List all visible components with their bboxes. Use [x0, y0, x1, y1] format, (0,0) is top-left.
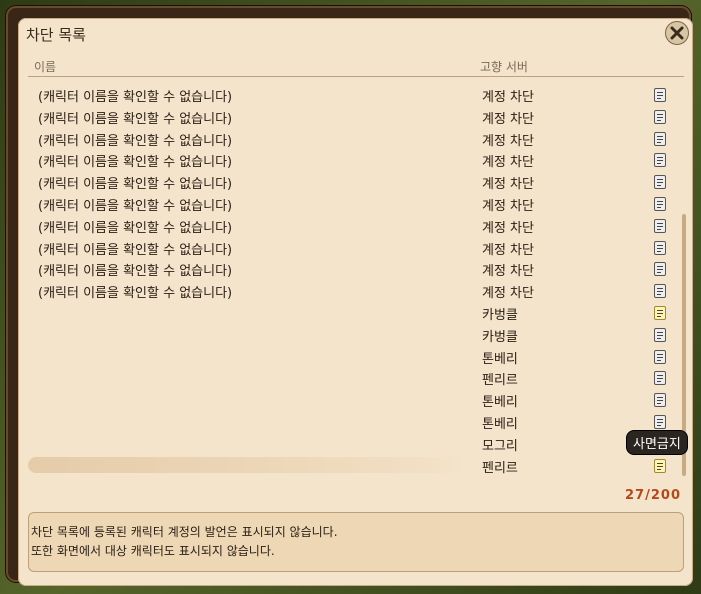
list-item[interactable]: 톤베리 [18, 411, 693, 433]
list-item[interactable]: 카벙클 [18, 324, 693, 346]
memo-icon[interactable] [654, 262, 666, 277]
list-item[interactable]: 톤베리 [18, 346, 693, 368]
memo-icon[interactable] [654, 393, 666, 408]
memo-icon[interactable] [654, 218, 666, 233]
home-server: 계정 차단 [482, 286, 534, 302]
list-item[interactable]: (캐릭터 이름을 확인할 수 없습니다) 계정 차단 [18, 237, 693, 259]
home-server: 펜리르 [482, 460, 518, 476]
character-name: (캐릭터 이름을 확인할 수 없습니다) [38, 177, 233, 193]
list-item[interactable]: (캐릭터 이름을 확인할 수 없습니다) 계정 차단 [18, 280, 693, 302]
home-server: 계정 차단 [482, 177, 534, 193]
blacklist-list: (캐릭터 이름을 확인할 수 없습니다) 계정 차단 (캐릭터 이름을 확인할 수 … [18, 84, 693, 476]
home-server: 계정 차단 [482, 111, 534, 127]
close-button[interactable] [665, 21, 689, 45]
memo-icon[interactable] [654, 458, 666, 473]
memo-icon[interactable] [654, 153, 666, 168]
window-frame: 차단 목록 이름 고향 서버 (캐릭터 이름을 확인할 수 없습니다) 계정 차단… [6, 6, 693, 586]
selection-highlight [28, 456, 468, 473]
memo-icon[interactable] [654, 109, 666, 124]
character-name: (캐릭터 이름을 확인할 수 없습니다) [38, 155, 233, 171]
memo-icon[interactable] [654, 327, 666, 342]
home-server: 계정 차단 [482, 198, 534, 214]
header-divider [28, 76, 684, 77]
notice-line-2: 또한 화면에서 대상 캐릭터도 표시되지 않습니다. [31, 544, 275, 558]
character-name: (캐릭터 이름을 확인할 수 없습니다) [38, 198, 233, 214]
character-name: (캐릭터 이름을 확인할 수 없습니다) [38, 242, 233, 258]
window-title: 차단 목록 [26, 26, 86, 44]
list-item[interactable]: (캐릭터 이름을 확인할 수 없습니다) 계정 차단 [18, 193, 693, 215]
home-server: 계정 차단 [482, 90, 534, 105]
character-name: (캐릭터 이름을 확인할 수 없습니다) [38, 286, 233, 302]
home-server: 카벙클 [482, 329, 518, 345]
column-header-server[interactable]: 고향 서버 [480, 58, 528, 75]
home-server: 모그리 [482, 438, 518, 454]
list-item[interactable]: 펜리르 [18, 455, 693, 477]
memo-icon[interactable] [654, 240, 666, 255]
memo-icon[interactable] [654, 414, 666, 429]
list-item[interactable]: (캐릭터 이름을 확인할 수 없습니다) 계정 차단 [18, 106, 693, 128]
memo-icon[interactable] [654, 131, 666, 146]
list-item[interactable]: (캐릭터 이름을 확인할 수 없습니다) 계정 차단 [18, 149, 693, 171]
close-icon [670, 26, 684, 40]
home-server: 계정 차단 [482, 242, 534, 258]
home-server: 톤베리 [482, 395, 518, 411]
notice-box: 차단 목록에 등록된 캐릭터 계정의 발언은 표시되지 않습니다. 또한 화면에… [28, 512, 684, 572]
list-item[interactable]: (캐릭터 이름을 확인할 수 없습니다) 계정 차단 [18, 215, 693, 237]
home-server: 펜리르 [482, 373, 518, 389]
character-name: (캐릭터 이름을 확인할 수 없습니다) [38, 220, 233, 236]
list-item[interactable]: 모그리 [18, 433, 693, 455]
memo-icon[interactable] [654, 196, 666, 211]
entry-count: 27/200 [625, 488, 681, 503]
tooltip: 사면금지 [626, 430, 688, 455]
home-server: 계정 차단 [482, 220, 534, 236]
memo-icon[interactable] [654, 305, 666, 320]
notice-line-1: 차단 목록에 등록된 캐릭터 계정의 발언은 표시되지 않습니다. [31, 525, 338, 539]
character-name: (캐릭터 이름을 확인할 수 없습니다) [38, 264, 233, 280]
home-server: 카벙클 [482, 307, 518, 323]
list-item[interactable]: 톤베리 [18, 389, 693, 411]
memo-icon[interactable] [654, 175, 666, 190]
home-server: 톤베리 [482, 416, 518, 432]
home-server: 톤베리 [482, 351, 518, 367]
list-item[interactable]: (캐릭터 이름을 확인할 수 없습니다) 계정 차단 [18, 258, 693, 280]
memo-icon[interactable] [654, 371, 666, 386]
list-item[interactable]: (캐릭터 이름을 확인할 수 없습니다) 계정 차단 [18, 128, 693, 150]
column-header-name[interactable]: 이름 [34, 58, 56, 75]
list-item[interactable]: 펜리르 [18, 367, 693, 389]
memo-icon[interactable] [654, 284, 666, 299]
blacklist-panel: 차단 목록 이름 고향 서버 (캐릭터 이름을 확인할 수 없습니다) 계정 차단… [18, 18, 693, 586]
list-item[interactable]: (캐릭터 이름을 확인할 수 없습니다) 계정 차단 [18, 171, 693, 193]
character-name: (캐릭터 이름을 확인할 수 없습니다) [38, 133, 233, 149]
home-server: 계정 차단 [482, 264, 534, 280]
memo-icon[interactable] [654, 88, 666, 102]
home-server: 계정 차단 [482, 133, 534, 149]
list-item[interactable]: (캐릭터 이름을 확인할 수 없습니다) 계정 차단 [18, 84, 693, 106]
memo-icon[interactable] [654, 349, 666, 364]
home-server: 계정 차단 [482, 155, 534, 171]
character-name: (캐릭터 이름을 확인할 수 없습니다) [38, 90, 233, 105]
character-name: (캐릭터 이름을 확인할 수 없습니다) [38, 111, 233, 127]
list-item[interactable]: 카벙클 [18, 302, 693, 324]
